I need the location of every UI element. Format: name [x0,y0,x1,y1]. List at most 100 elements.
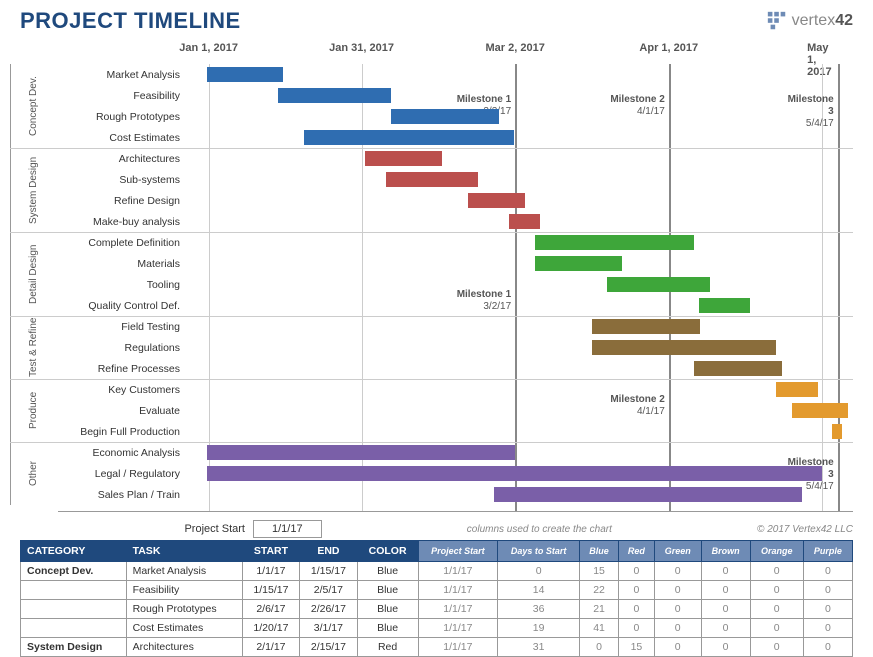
table-cell[interactable]: 0 [701,638,750,657]
table-cell[interactable]: 2/5/17 [300,581,357,600]
table-cell[interactable]: 21 [580,600,619,619]
task-label: Cost Estimates [58,132,186,144]
table-cell[interactable]: 0 [750,600,803,619]
table-cell[interactable]: 14 [498,581,580,600]
table-cell[interactable]: Feasibility [126,581,242,600]
table-cell[interactable]: 36 [498,600,580,619]
table-cell[interactable]: 15 [618,638,654,657]
table-cell[interactable]: 0 [618,600,654,619]
gantt-bar [792,403,849,418]
columns-note: columns used to create the chart [467,524,612,535]
table-cell[interactable]: 0 [803,562,852,581]
table-cell[interactable]: 0 [654,619,701,638]
table-cell[interactable]: 1/1/17 [242,562,299,581]
task-label: Economic Analysis [58,447,186,459]
task-label: Sales Plan / Train [58,489,186,501]
table-cell[interactable]: 0 [701,562,750,581]
table-cell[interactable]: 0 [654,600,701,619]
table-cell[interactable]: Cost Estimates [126,619,242,638]
table-cell[interactable]: 2/15/17 [300,638,357,657]
table-cell[interactable]: 0 [701,619,750,638]
task-label: Make-buy analysis [58,216,186,228]
table-cell[interactable]: 1/15/17 [242,581,299,600]
date-tick: Jan 1, 2017 [179,42,238,54]
table-cell[interactable]: 0 [750,562,803,581]
table-cell[interactable]: Blue [357,581,418,600]
table-cell[interactable]: 1/1/17 [418,619,498,638]
table-cell[interactable] [21,600,127,619]
table-cell[interactable]: 1/15/17 [300,562,357,581]
copyright: © 2017 Vertex42 LLC [757,524,853,535]
table-cell[interactable]: 1/1/17 [418,600,498,619]
table-cell[interactable]: 0 [654,581,701,600]
table-cell[interactable]: 1/20/17 [242,619,299,638]
table-row: System DesignArchitectures2/1/172/15/17R… [21,638,853,657]
group-label: Test & Refine [10,316,54,379]
gantt-bar [391,109,499,124]
task-row: Tooling [58,274,853,295]
table-cell[interactable]: 0 [803,619,852,638]
table-cell[interactable]: Blue [357,619,418,638]
project-start-value[interactable]: 1/1/17 [253,520,322,538]
table-cell[interactable]: 2/6/17 [242,600,299,619]
logo-icon [766,10,788,32]
table-cell[interactable]: 0 [580,638,619,657]
table-header: Orange [750,541,803,562]
table-cell[interactable]: 0 [618,581,654,600]
table-cell[interactable]: 2/26/17 [300,600,357,619]
table-cell[interactable]: 0 [803,638,852,657]
table-cell[interactable]: 0 [654,562,701,581]
table-cell[interactable]: 0 [654,638,701,657]
gantt-bar [535,235,694,250]
table-cell[interactable]: Blue [357,600,418,619]
table-header: Red [618,541,654,562]
table-cell[interactable]: 3/1/17 [300,619,357,638]
task-label: Evaluate [58,405,186,417]
table-cell[interactable]: 1/1/17 [418,562,498,581]
table-cell[interactable]: Architectures [126,638,242,657]
table-cell[interactable]: 2/1/17 [242,638,299,657]
table-cell[interactable]: 0 [750,581,803,600]
table-cell[interactable]: 0 [750,638,803,657]
table-cell[interactable]: Concept Dev. [21,562,127,581]
table-cell[interactable]: 15 [580,562,619,581]
table-row: Rough Prototypes2/6/172/26/17Blue1/1/173… [21,600,853,619]
table-cell[interactable]: System Design [21,638,127,657]
table-cell[interactable]: 31 [498,638,580,657]
task-label: Quality Control Def. [58,300,186,312]
table-cell[interactable] [21,619,127,638]
task-row: Evaluate [58,400,853,421]
group-label: System Design [10,148,54,232]
table-cell[interactable]: 0 [701,581,750,600]
task-label: Regulations [58,342,186,354]
date-tick: Mar 2, 2017 [486,42,545,54]
table-cell[interactable]: 0 [803,600,852,619]
table-cell[interactable]: 0 [750,619,803,638]
table-cell[interactable]: 0 [618,619,654,638]
data-table: CATEGORYTASKSTARTENDCOLORProject StartDa… [20,540,853,657]
gantt-chart: Jan 1, 2017Jan 31, 2017Mar 2, 2017Apr 1,… [58,42,853,512]
table-cell[interactable]: 0 [498,562,580,581]
table-cell[interactable]: 1/1/17 [418,638,498,657]
page-title: PROJECT TIMELINE [20,8,241,34]
table-header: Blue [580,541,619,562]
table-cell[interactable]: Red [357,638,418,657]
table-cell[interactable]: 22 [580,581,619,600]
table-cell[interactable] [21,581,127,600]
project-start-label: Project Start [20,523,245,535]
table-cell[interactable]: Blue [357,562,418,581]
table-cell[interactable]: Rough Prototypes [126,600,242,619]
gantt-bar [207,445,515,460]
task-row: Regulations [58,337,853,358]
table-cell[interactable]: 19 [498,619,580,638]
table-cell[interactable]: 1/1/17 [418,581,498,600]
gantt-bar [468,193,525,208]
table-cell[interactable]: 0 [618,562,654,581]
table-cell[interactable]: 0 [701,600,750,619]
table-cell[interactable]: 41 [580,619,619,638]
task-row: Feasibility [58,85,853,106]
task-row: Materials [58,253,853,274]
table-cell[interactable]: Market Analysis [126,562,242,581]
task-row: Quality Control Def. [58,295,853,316]
table-cell[interactable]: 0 [803,581,852,600]
